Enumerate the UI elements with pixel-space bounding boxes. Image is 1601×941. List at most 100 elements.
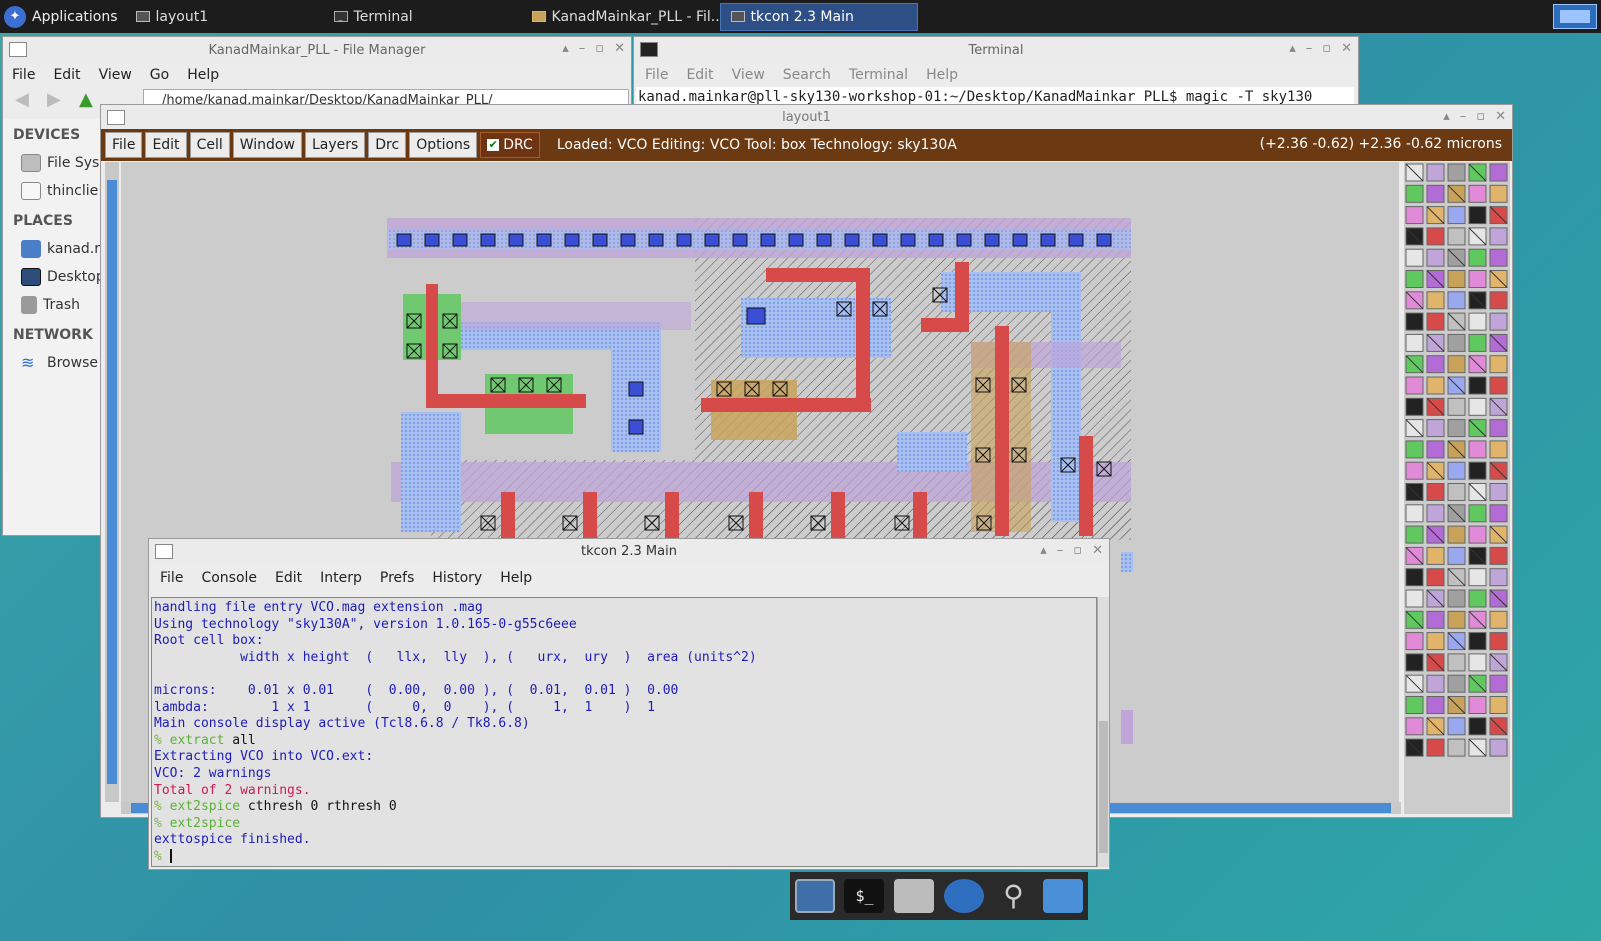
layer-swatch[interactable] <box>1489 568 1508 587</box>
magic-menu-window[interactable]: Window <box>232 132 302 158</box>
layer-swatch[interactable] <box>1489 419 1508 438</box>
close-icon[interactable]: ✕ <box>1495 109 1506 124</box>
maximize-icon[interactable]: ▫ <box>1322 41 1331 56</box>
sidebar-item-thinclient[interactable]: thinclie <box>3 177 101 205</box>
search-icon[interactable]: ⚲ <box>993 879 1033 913</box>
layer-swatch[interactable] <box>1426 184 1445 203</box>
layer-swatch[interactable] <box>1447 738 1466 757</box>
layer-swatch[interactable] <box>1426 504 1445 523</box>
layer-swatch[interactable] <box>1405 184 1424 203</box>
sidebar-item-trash[interactable]: Trash <box>3 291 101 319</box>
layer-palette[interactable] <box>1404 162 1510 814</box>
layer-swatch[interactable] <box>1447 483 1466 501</box>
layer-swatch[interactable] <box>1426 738 1445 757</box>
layer-swatch[interactable] <box>1426 568 1445 587</box>
menu-edit[interactable]: Edit <box>44 67 89 83</box>
layer-swatch[interactable] <box>1405 717 1424 736</box>
layer-swatch[interactable] <box>1489 504 1508 523</box>
web-browser-icon[interactable] <box>943 879 984 913</box>
layer-swatch[interactable] <box>1447 397 1466 416</box>
layer-swatch[interactable] <box>1468 504 1487 523</box>
menu-view[interactable]: View <box>723 67 774 83</box>
close-icon[interactable]: ✕ <box>1092 543 1103 558</box>
layer-swatch[interactable] <box>1405 504 1424 523</box>
task-terminal[interactable]: _ Terminal <box>324 3 522 31</box>
task-layout1[interactable]: layout1 <box>126 3 324 31</box>
layer-swatch[interactable] <box>1489 312 1508 331</box>
terminal-titlebar[interactable]: Terminal ▴ – ▫ ✕ <box>634 37 1358 63</box>
layer-swatch[interactable] <box>1468 333 1487 352</box>
forward-arrow-icon[interactable]: ▶ <box>47 91 69 109</box>
menu-file[interactable]: File <box>151 570 192 586</box>
layer-swatch[interactable] <box>1405 376 1424 395</box>
sidebar-item-home[interactable]: kanad.r <box>3 235 101 263</box>
layer-swatch[interactable] <box>1405 653 1424 672</box>
magic-menu-file[interactable]: File <box>105 132 143 158</box>
minimize-icon[interactable]: – <box>1057 543 1064 558</box>
layer-swatch[interactable] <box>1426 674 1445 693</box>
menu-edit[interactable]: Edit <box>266 570 311 586</box>
layer-swatch[interactable] <box>1447 291 1466 310</box>
layer-swatch[interactable] <box>1468 270 1487 288</box>
layer-swatch[interactable] <box>1426 483 1445 501</box>
layer-swatch[interactable] <box>1468 184 1487 203</box>
layer-swatch[interactable] <box>1447 270 1466 288</box>
menu-file[interactable]: File <box>3 67 44 83</box>
menu-edit[interactable]: Edit <box>677 67 722 83</box>
layer-swatch[interactable] <box>1447 355 1466 374</box>
layer-swatch[interactable] <box>1426 248 1445 267</box>
minimize-icon[interactable]: – <box>579 41 586 56</box>
menu-history[interactable]: History <box>423 570 491 586</box>
workspace-switcher[interactable] <box>1553 4 1597 29</box>
menu-help[interactable]: Help <box>178 67 228 83</box>
folder-icon[interactable] <box>1043 879 1084 913</box>
layer-swatch[interactable] <box>1447 163 1466 182</box>
layer-swatch[interactable] <box>1489 227 1508 246</box>
magic-menu-drc[interactable]: Drc <box>368 132 407 158</box>
layer-swatch[interactable] <box>1447 653 1466 672</box>
applications-menu[interactable]: ✦ Applications <box>0 0 126 33</box>
menu-go[interactable]: Go <box>141 67 178 83</box>
layer-swatch[interactable] <box>1468 589 1487 608</box>
sidebar-item-filesystem[interactable]: File Sys <box>3 149 101 177</box>
layer-swatch[interactable] <box>1468 440 1487 459</box>
menu-console[interactable]: Console <box>192 570 266 586</box>
layer-swatch[interactable] <box>1426 546 1445 565</box>
sidebar-item-desktop[interactable]: Desktop <box>3 263 101 291</box>
console-scrollbar[interactable] <box>1097 597 1109 867</box>
layer-swatch[interactable] <box>1489 163 1508 182</box>
layer-swatch[interactable] <box>1468 696 1487 714</box>
layer-swatch[interactable] <box>1426 419 1445 438</box>
layer-swatch[interactable] <box>1426 376 1445 395</box>
layer-swatch[interactable] <box>1447 546 1466 565</box>
layer-swatch[interactable] <box>1447 674 1466 693</box>
shade-icon[interactable]: ▴ <box>1040 543 1047 558</box>
magic-menu-options[interactable]: Options <box>409 132 478 158</box>
up-arrow-icon[interactable]: ▲ <box>79 91 99 109</box>
minimize-icon[interactable]: – <box>1306 41 1313 56</box>
layer-swatch[interactable] <box>1426 610 1445 629</box>
layer-swatch[interactable] <box>1405 333 1424 352</box>
layer-swatch[interactable] <box>1405 568 1424 587</box>
layer-swatch[interactable] <box>1489 291 1508 310</box>
layer-swatch[interactable] <box>1489 696 1508 714</box>
shade-icon[interactable]: ▴ <box>1289 41 1296 56</box>
layer-swatch[interactable] <box>1405 696 1424 714</box>
layer-swatch[interactable] <box>1405 461 1424 480</box>
layer-swatch[interactable] <box>1447 717 1466 736</box>
layer-swatch[interactable] <box>1468 632 1487 651</box>
layer-swatch[interactable] <box>1489 248 1508 267</box>
layer-swatch[interactable] <box>1426 163 1445 182</box>
layer-swatch[interactable] <box>1468 717 1487 736</box>
layer-swatch[interactable] <box>1405 270 1424 288</box>
layer-swatch[interactable] <box>1426 227 1445 246</box>
tkcon-titlebar[interactable]: tkcon 2.3 Main ▴ – ▫ ✕ <box>149 539 1109 563</box>
task-file-manager[interactable]: KanadMainkar_PLL - Fil... <box>522 3 720 31</box>
layer-swatch[interactable] <box>1447 333 1466 352</box>
sidebar-item-browse-network[interactable]: ≋ Browse <box>3 349 101 377</box>
layer-swatch[interactable] <box>1489 376 1508 395</box>
layer-swatch[interactable] <box>1426 696 1445 714</box>
layer-swatch[interactable] <box>1468 461 1487 480</box>
minimize-icon[interactable]: – <box>1460 109 1467 124</box>
menu-interp[interactable]: Interp <box>311 570 371 586</box>
